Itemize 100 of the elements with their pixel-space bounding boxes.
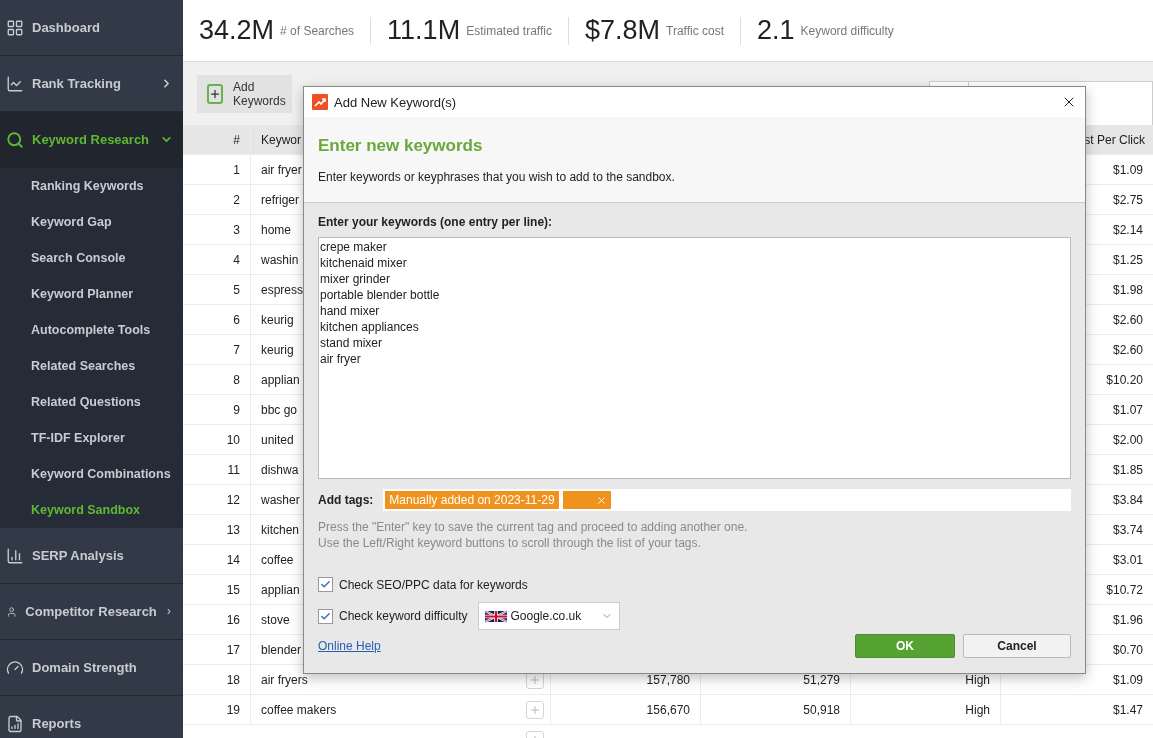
row-number: 6: [232, 311, 241, 329]
table-cell: $1.47: [1112, 702, 1143, 717]
app-logo-icon: [312, 94, 328, 110]
submenu-item[interactable]: Search Console: [0, 240, 183, 276]
sidebar-label: SERP Analysis: [32, 548, 125, 563]
stat-label: Estimated traffic: [466, 23, 552, 38]
keywords-textarea[interactable]: crepe maker kitchenaid mixer mixer grinder portable blender bottle hand mixer kitchen appliances stand mixer air fryer: [318, 237, 1071, 479]
report-icon: [6, 714, 24, 733]
table-cell: $3.01: [1112, 552, 1143, 567]
table-cell: $1.25: [1112, 252, 1143, 267]
sidebar-label: Rank Tracking: [32, 76, 122, 91]
cancel-button[interactable]: Cancel: [963, 634, 1071, 658]
stat-label: Traffic cost: [666, 23, 724, 38]
sidebar-label: Domain Strength: [32, 660, 138, 675]
table-cell: 156,670: [646, 702, 690, 717]
sidebar-item[interactable]: Reports: [0, 696, 183, 738]
online-help-link[interactable]: Online Help: [318, 639, 381, 653]
table-cell: $0.70: [1112, 642, 1143, 657]
new-tag-chip[interactable]: [562, 491, 611, 509]
checkbox[interactable]: [318, 577, 333, 592]
submenu-item[interactable]: Autocomplete Tools: [0, 312, 183, 348]
stat-label: Keyword difficulty: [800, 23, 894, 38]
sidebar-label: Dashboard: [32, 20, 101, 35]
checkmark-icon: [320, 610, 331, 622]
table-cell: $1.85: [1112, 462, 1143, 477]
row-number: 14: [225, 551, 241, 569]
sidebar-item[interactable]: Domain Strength: [0, 640, 183, 696]
sidebar-item[interactable]: Keyword Research: [0, 112, 183, 168]
search-engine-dropdown[interactable]: Google.co.uk: [477, 602, 620, 630]
row-number: 18: [225, 671, 241, 689]
tags-label: Add tags:: [318, 493, 374, 507]
sidebar-item[interactable]: Competitor Research: [0, 584, 183, 640]
sidebar-label: Keyword Research: [32, 132, 151, 147]
add-keywords-button[interactable]: Add Keywords: [197, 74, 292, 113]
remove-icon[interactable]: [595, 494, 607, 506]
stat-value: 11.1M: [387, 15, 461, 46]
submenu-item[interactable]: Related Questions: [0, 384, 183, 420]
table-cell: $1.98: [1112, 282, 1143, 297]
checkmark-icon: [320, 579, 331, 590]
table-cell: $1.96: [1112, 612, 1143, 627]
sidebar-label: Reports: [32, 716, 83, 731]
row-number: 17: [225, 641, 241, 659]
row-number: 15: [225, 581, 241, 599]
table-cell: $10.20: [1106, 372, 1143, 387]
table-cell: 51,279: [803, 672, 840, 687]
stat-value: 2.1: [757, 15, 795, 46]
keyword-cell: coffee makers: [250, 695, 520, 724]
sidebar-item[interactable]: Dashboard: [0, 0, 183, 56]
row-number: 7: [232, 341, 241, 359]
gauge-icon: [6, 658, 24, 677]
dashboard-icon: [6, 18, 24, 37]
submenu-item[interactable]: Keyword Sandbox: [0, 492, 183, 528]
dialog-heading: Enter new keywords: [318, 135, 484, 156]
row-number: 2: [232, 191, 241, 209]
stat-label: # of Searches: [280, 23, 355, 38]
table-cell: $2.14: [1112, 222, 1143, 237]
table-cell: 50,918: [803, 702, 840, 717]
table-cell: $2.60: [1112, 312, 1143, 327]
row-number: 5: [232, 281, 241, 299]
table-cell: $2.00: [1112, 432, 1143, 447]
row-number: 12: [225, 491, 241, 509]
bar-chart-icon: [6, 546, 24, 565]
table-cell: High: [965, 672, 990, 687]
column-header[interactable]: #: [183, 125, 250, 154]
checkbox[interactable]: [318, 608, 333, 624]
table-cell: $2.60: [1112, 342, 1143, 357]
row-number: 4: [232, 251, 241, 269]
table-cell: $1.09: [1112, 672, 1143, 687]
table-cell: 157,780: [646, 672, 690, 687]
row-number: 11: [226, 461, 241, 479]
stat-value: $7.8M: [584, 15, 660, 46]
row-number: 3: [232, 221, 241, 239]
search-icon: [6, 130, 24, 149]
submenu-item[interactable]: Keyword Gap: [0, 204, 183, 240]
row-number: 1: [232, 161, 241, 179]
sidebar-item[interactable]: Rank Tracking: [0, 56, 183, 112]
flag-icon: [484, 608, 507, 624]
row-number: 13: [225, 521, 241, 539]
plus-icon: [207, 83, 223, 104]
row-number: 10: [225, 431, 241, 449]
option-label: Check keyword difficulty: [339, 609, 468, 623]
row-number: 9: [232, 401, 241, 419]
sidebar-item[interactable]: SERP Analysis: [0, 528, 183, 584]
submenu-item[interactable]: TF-IDF Explorer: [0, 420, 183, 456]
chart-icon: [6, 74, 24, 93]
submenu-item[interactable]: Keyword Planner: [0, 276, 183, 312]
stat-value: 34.2M: [199, 15, 275, 46]
table-cell: High: [965, 702, 990, 717]
row-number: 16: [225, 611, 241, 629]
table-cell: $3.74: [1112, 522, 1143, 537]
table-cell: $1.07: [1112, 402, 1143, 417]
table-cell: $3.84: [1112, 492, 1143, 507]
submenu-item[interactable]: Related Searches: [0, 348, 183, 384]
table-cell: $1.09: [1112, 162, 1143, 177]
table-cell: $10.72: [1106, 582, 1143, 597]
submenu-item[interactable]: Keyword Combinations: [0, 456, 183, 492]
dialog-title: Add New Keyword(s): [334, 94, 458, 110]
sidebar-label: Competitor Research: [25, 604, 157, 619]
submenu-item[interactable]: Ranking Keywords: [0, 168, 183, 204]
table-cell: $2.75: [1112, 192, 1143, 207]
